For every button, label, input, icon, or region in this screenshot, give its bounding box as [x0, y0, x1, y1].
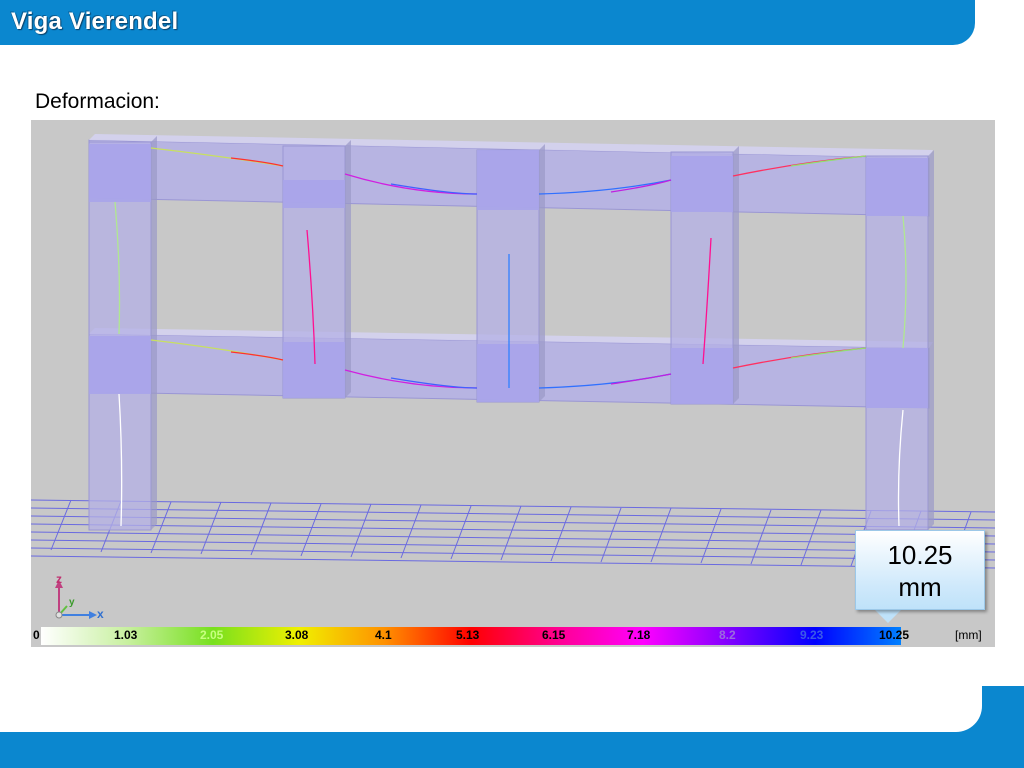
callout-unit: mm	[898, 572, 942, 602]
legend-tick: 8.2	[719, 628, 736, 642]
legend-ticks: 0 1.03 2.05 3.08 4.1 5.13 6.15 7.18 8.2 …	[31, 626, 995, 646]
max-deformation-callout: 10.25 mm	[855, 530, 985, 610]
legend-tick: 5.13	[456, 628, 480, 642]
axis-label-z: z	[56, 572, 62, 586]
header-bar: Viga Vierendel	[0, 0, 975, 45]
legend-tick: 1.03	[114, 628, 138, 642]
callout-pointer	[874, 609, 902, 623]
legend-tick: 6.15	[542, 628, 566, 642]
legend-tick: 3.08	[285, 628, 309, 642]
legend-tick: 10.25	[879, 628, 910, 642]
footer-band	[0, 676, 1024, 768]
legend-unit: [mm]	[955, 628, 982, 642]
callout-value: 10.25	[887, 540, 953, 570]
legend-tick: 2.05	[200, 628, 224, 642]
ground-mesh	[31, 499, 995, 569]
structure-render	[31, 134, 995, 645]
legend-tick: 7.18	[627, 628, 651, 642]
axis-label-y: y	[69, 597, 75, 608]
legend-tick: 9.23	[800, 628, 824, 642]
section-label: Deformacion:	[35, 90, 160, 113]
legend-tick: 4.1	[375, 628, 392, 642]
axis-label-x: x	[97, 607, 104, 621]
page-title: Viga Vierendel	[11, 8, 179, 35]
legend-tick: 0	[33, 628, 40, 642]
deformation-viewport[interactable]: z y x 0 1.03 2.05 3.08 4.1 5.13 6.15 7.1…	[31, 120, 995, 647]
